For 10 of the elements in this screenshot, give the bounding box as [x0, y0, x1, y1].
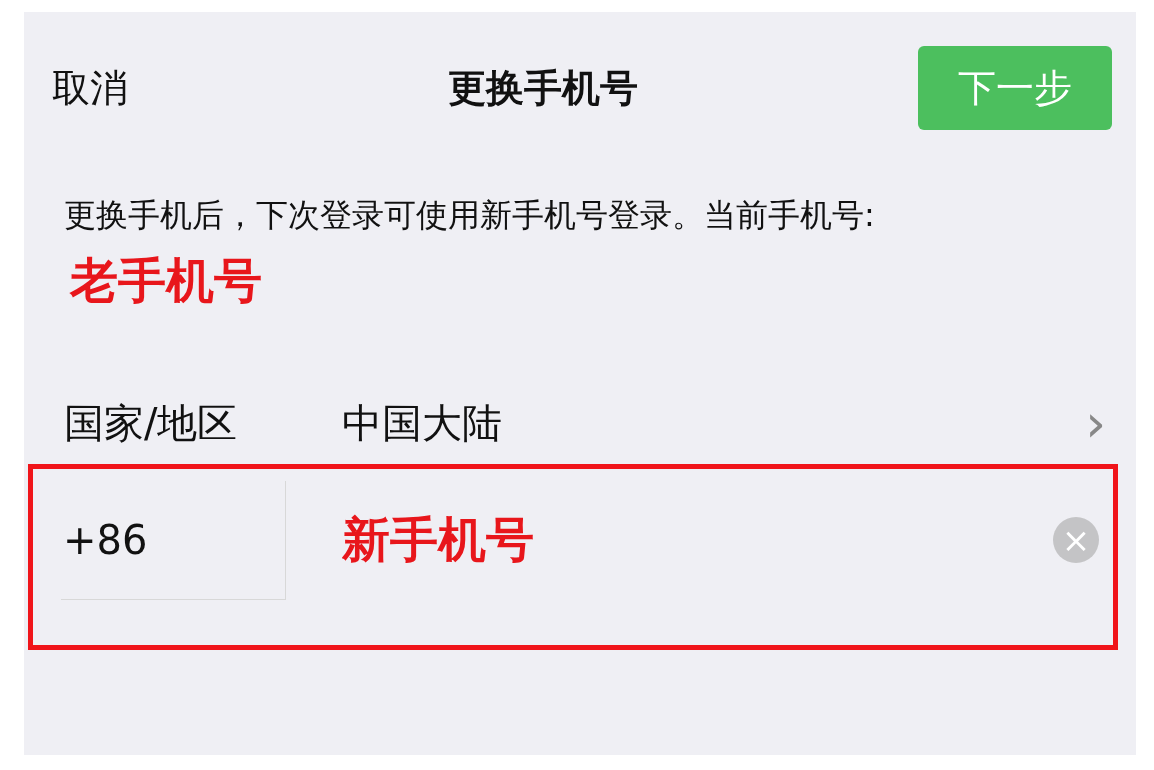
annotation-label: 老手机号 [70, 251, 263, 310]
chevron-icon: › [1085, 393, 1106, 453]
country-value: 中国大陆 [342, 398, 503, 448]
screen-title: 更换手机号 [448, 64, 638, 112]
cancel-button[interactable]: 取消 [52, 62, 128, 114]
country-code[interactable]: +86 [61, 480, 286, 600]
phone-field[interactable]: 新手机号 [342, 512, 742, 568]
description-text: 更换手机后，下次登录可使用新手机号登录。当前手机号: [64, 195, 876, 236]
country-label: 国家/地区 [64, 398, 239, 448]
country-row[interactable]: 国家/地区 中国大陆 › [64, 388, 1112, 458]
